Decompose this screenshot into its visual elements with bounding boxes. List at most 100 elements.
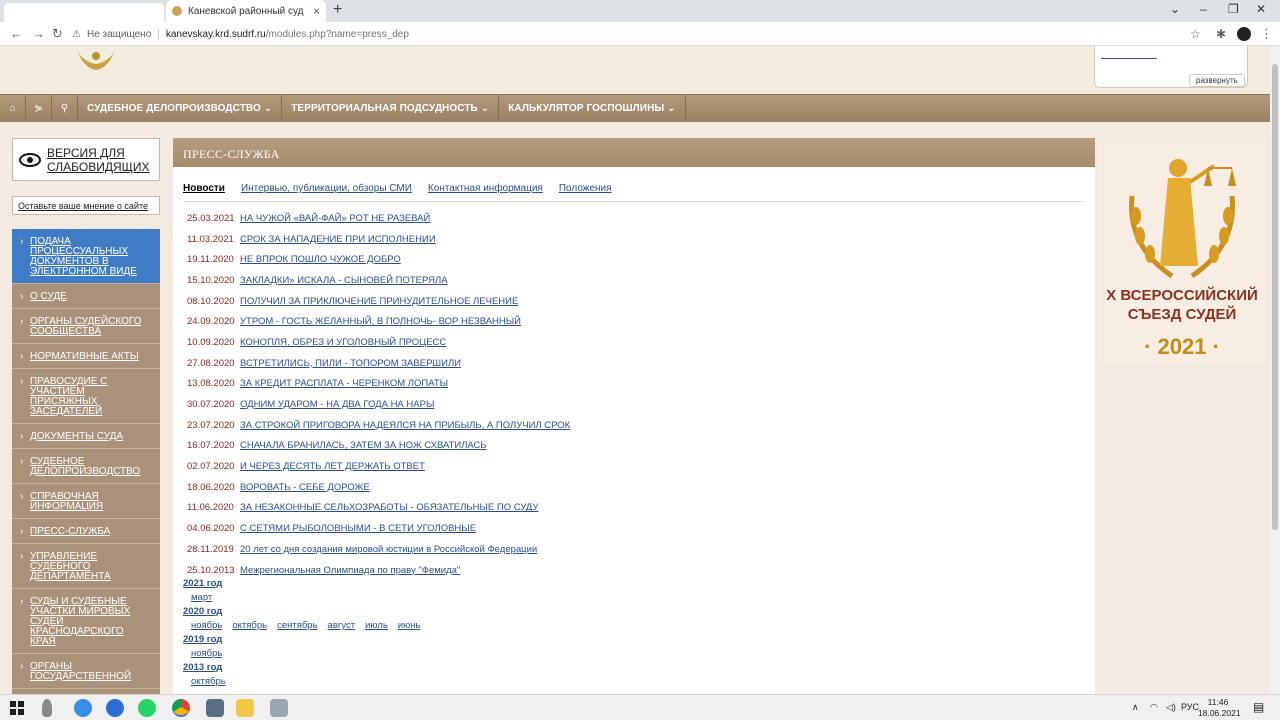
scrollbar-thumb[interactable] — [1272, 64, 1278, 530]
browser-menu-icon[interactable]: ⋮ — [1260, 26, 1273, 42]
archive-month-link[interactable]: октябрь — [191, 675, 226, 689]
news-link[interactable]: ЗА КРЕДИТ РАСПЛАТА - ЧЕРЕНКОМ ЛОПАТЫ — [240, 378, 448, 389]
chrome-icon[interactable] — [172, 699, 190, 717]
news-link[interactable]: ОДНИМ УДАРОМ - НА ДВА ГОДА НА НАРЫ — [240, 399, 434, 410]
notifications-icon[interactable]: ▤ — [1253, 700, 1264, 714]
sidebar-item-magistrates[interactable]: › СУДЫ И СУДЕБНЫЕ УЧАСТКИ МИРОВЫХ СУДЕЙ … — [12, 589, 160, 654]
menu-fee-calculator[interactable]: КАЛЬКУЛЯТОР ГОСПОШЛИНЫ ⌄ — [499, 95, 686, 122]
forward-icon[interactable]: → — [32, 26, 45, 41]
archive-year-link[interactable]: 2020 год — [183, 605, 420, 619]
archive-month-link[interactable]: ноябрь — [191, 647, 222, 661]
url-field[interactable]: ⚠ Не защищено | kanevskay.krd.sudrf.ru/m… — [72, 24, 1212, 44]
sidebar-item-judicial-community[interactable]: › ОРГАНЫ СУДЕЙСКОГО СООБЩЕСТВА — [12, 309, 160, 344]
sidebar-item-jury[interactable]: › ПРАВОСУДИЕ С УЧАСТИЕМ ПРИСЯЖНЫХ ЗАСЕДА… — [12, 369, 160, 424]
sidebar-item-department[interactable]: › УПРАВЛЕНИЕ СУДЕБНОГО ДЕПАРТАМЕНТА — [12, 544, 160, 589]
news-date: 10.09.2020 — [187, 336, 235, 348]
menu-court-proceedings[interactable]: СУДЕБНОЕ ДЕЛОПРОИЗВОДСТВО ⌄ — [78, 95, 283, 122]
news-date: 04.06.2020 — [187, 523, 235, 535]
news-link[interactable]: НЕ ВПРОК ПОШЛО ЧУЖОЕ ДОБРО — [240, 254, 401, 265]
tab-close-icon[interactable]: × — [313, 4, 320, 18]
bullet-icon: › — [20, 316, 24, 327]
tab-contacts[interactable]: Контактная информация — [428, 183, 543, 194]
news-date: 24.09.2020 — [187, 316, 235, 328]
archive-month-link[interactable]: октябрь — [232, 619, 267, 633]
archive-year-link[interactable]: 2013 год — [183, 661, 420, 675]
system-clock[interactable]: 11:46 18.06.2021 — [1198, 697, 1241, 719]
windows-start-icon[interactable] — [10, 701, 24, 715]
sidebar-item-about[interactable]: › О СУДЕ — [12, 284, 160, 309]
browser-tab-blank[interactable] — [4, 3, 164, 22]
news-link[interactable]: ВСТРЕТИЛИСЬ, ПИЛИ - ТОПОРОМ ЗАВЕРШИЛИ — [240, 358, 461, 369]
sidebar-item-reference[interactable]: › СПРАВОЧНАЯ ИНФОРМАЦИЯ — [12, 484, 160, 519]
sidebar-item-e-filing[interactable]: › ПОДАЧА ПРОЦЕССУАЛЬНЫХ ДОКУМЕНТОВ В ЭЛЕ… — [12, 229, 160, 284]
congress-banner[interactable]: X ВСЕРОССИЙСКИЙ СЪЕЗД СУДЕЙ · 2021 · — [1098, 138, 1266, 363]
news-date: 13.08.2020 — [187, 378, 235, 390]
profile-avatar[interactable] — [1237, 27, 1251, 41]
menu-territorial-jurisdiction[interactable]: ТЕРРИТОРИАЛЬНАЯ ПОДСУДНОСТЬ ⌄ — [282, 95, 500, 122]
language-indicator[interactable]: РУС — [1181, 702, 1199, 712]
archive-year-link[interactable]: 2019 год — [183, 633, 420, 647]
news-link[interactable]: Межрегиональная Олимпиада по праву "Феми… — [240, 565, 460, 576]
browser-tab-active[interactable]: Каневской районный суд Крас × — [166, 0, 326, 22]
news-link[interactable]: НА ЧУЖОЙ «ВАЙ-ФАЙ» РОТ НЕ РАЗЕВАЙ — [240, 213, 430, 224]
archive-month-link[interactable]: июль — [365, 619, 388, 633]
bookmark-star-icon[interactable]: ☆ — [1190, 27, 1201, 41]
news-link[interactable]: ЗАКЛАДКИ» ИСКАЛА - СЫНОВЕЙ ПОТЕРЯЛА — [240, 275, 448, 286]
news-link[interactable]: УТРОМ - ГОСТЬ ЖЕЛАННЫЙ, В ПОЛНОЧЬ- ВОР Н… — [240, 316, 521, 327]
sidebar-item-press[interactable]: › ПРЕСС-СЛУЖБА — [12, 519, 160, 544]
news-row: 11.06.2020 ЗА НЕЗАКОННЫЕ СЕЛЬХОЗРАБОТЫ - … — [187, 498, 570, 519]
paint-app-icon[interactable] — [270, 699, 288, 717]
reload-icon[interactable]: ↻ — [52, 26, 63, 42]
news-link[interactable]: СНАЧАЛА БРАНИЛАСЬ, ЗАТЕМ ЗА НОЖ СХВАТИЛА… — [240, 440, 487, 451]
minimize-icon[interactable]: – — [1200, 2, 1207, 16]
microphone-icon[interactable] — [42, 699, 52, 717]
archive-month-link[interactable]: март — [191, 591, 212, 605]
restore-icon[interactable]: ❐ — [1228, 2, 1239, 16]
search-icon[interactable]: ⚲ — [52, 95, 78, 122]
extensions-puzzle-icon[interactable]: ✱ — [1216, 27, 1226, 41]
archive-months: ноябрь — [183, 647, 420, 661]
news-link[interactable]: 20 лет со дня создания мировой юстиции в… — [240, 544, 537, 555]
archive-month-link[interactable]: июнь — [398, 619, 421, 633]
sidebar-item-court-documents[interactable]: › ДОКУМЕНТЫ СУДА — [12, 424, 160, 449]
tab-search-icon[interactable]: ⌄ — [1170, 2, 1180, 16]
url-separator: | — [157, 28, 160, 40]
archive-year-link[interactable]: 2021 год — [183, 577, 420, 591]
news-link[interactable]: ЗА НЕЗАКОННЫЕ СЕЛЬХОЗРАБОТЫ - ОБЯЗАТЕЛЬН… — [240, 502, 538, 513]
url-security-label: Не защищено — [86, 28, 152, 40]
wifi-icon[interactable]: ◠ — [1150, 702, 1158, 713]
feedback-link[interactable]: Оставьте ваше мнение о сайте — [12, 196, 160, 215]
volume-icon[interactable]: ◁) — [1166, 702, 1176, 713]
news-link[interactable]: СРОК ЗА НАПАДЕНИЕ ПРИ ИСПОЛНЕНИИ — [240, 234, 436, 245]
telegram-icon[interactable] — [106, 699, 124, 717]
news-link[interactable]: С СЕТЯМИ РЫБОЛОВНЫМИ - В СЕТИ УГОЛОВНЫЕ — [240, 523, 476, 534]
whatsapp-icon[interactable] — [138, 699, 156, 717]
news-row: 30.07.2020 ОДНИМ УДАРОМ - НА ДВА ГОДА НА … — [187, 394, 570, 415]
tab-interviews[interactable]: Интервью, публикации, обзоры СМИ — [241, 183, 412, 194]
sidebar-item-proceedings[interactable]: › СУДЕБНОЕ ДЕЛОПРОИЗВОДСТВО — [12, 449, 160, 484]
close-window-icon[interactable]: ✕ — [1256, 2, 1266, 16]
news-link[interactable]: И ЧЕРЕЗ ДЕСЯТЬ ЛЕТ ДЕРЖАТЬ ОТВЕТ — [240, 461, 425, 472]
expand-button[interactable]: развернуть — [1189, 74, 1245, 87]
sidebar-item-regulations[interactable]: › НОРМАТИВНЫЕ АКТЫ — [12, 344, 160, 369]
sitemap-icon[interactable]: ⋟ — [26, 95, 52, 122]
tab-regulations[interactable]: Положения — [559, 183, 612, 194]
new-tab-icon[interactable]: + — [333, 1, 342, 19]
font-widget-links[interactable]: _____ _______ — [1101, 50, 1157, 59]
archive-month-link[interactable]: ноябрь — [191, 619, 222, 633]
calendar-app-icon[interactable] — [74, 699, 92, 717]
document-app-icon[interactable] — [206, 699, 224, 717]
news-link[interactable]: ПОЛУЧИЛ ЗА ПРИКЛЮЧЕНИЕ ПРИНУДИТЕЛЬНОЕ ЛЕ… — [240, 296, 518, 307]
home-icon[interactable]: ⌂ — [0, 95, 26, 122]
back-icon[interactable]: ← — [10, 26, 23, 41]
sidebar-item-state-bodies[interactable]: › ОРГАНЫ ГОСУДАРСТВЕННОЙ — [12, 654, 160, 689]
tab-news[interactable]: Новости — [183, 183, 225, 194]
archive-month-link[interactable]: август — [328, 619, 356, 633]
tray-expand-icon[interactable]: ∧ — [1132, 702, 1139, 713]
news-link[interactable]: ВОРОВАТЬ - СЕБЕ ДОРОЖЕ — [240, 482, 370, 493]
news-link[interactable]: КОНОПЛЯ, ОБРЕЗ И УГОЛОВНЫЙ ПРОЦЕСС — [240, 337, 446, 348]
file-explorer-icon[interactable] — [236, 699, 254, 717]
low-vision-version-button[interactable]: ВЕРСИЯ ДЛЯ СЛАБОВИДЯЩИХ — [12, 138, 160, 181]
archive-month-link[interactable]: сентябрь — [277, 619, 317, 633]
news-link[interactable]: ЗА СТРОКОЙ ПРИГОВОРА НАДЕЯЛСЯ НА ПРИБЫЛЬ… — [240, 420, 570, 431]
